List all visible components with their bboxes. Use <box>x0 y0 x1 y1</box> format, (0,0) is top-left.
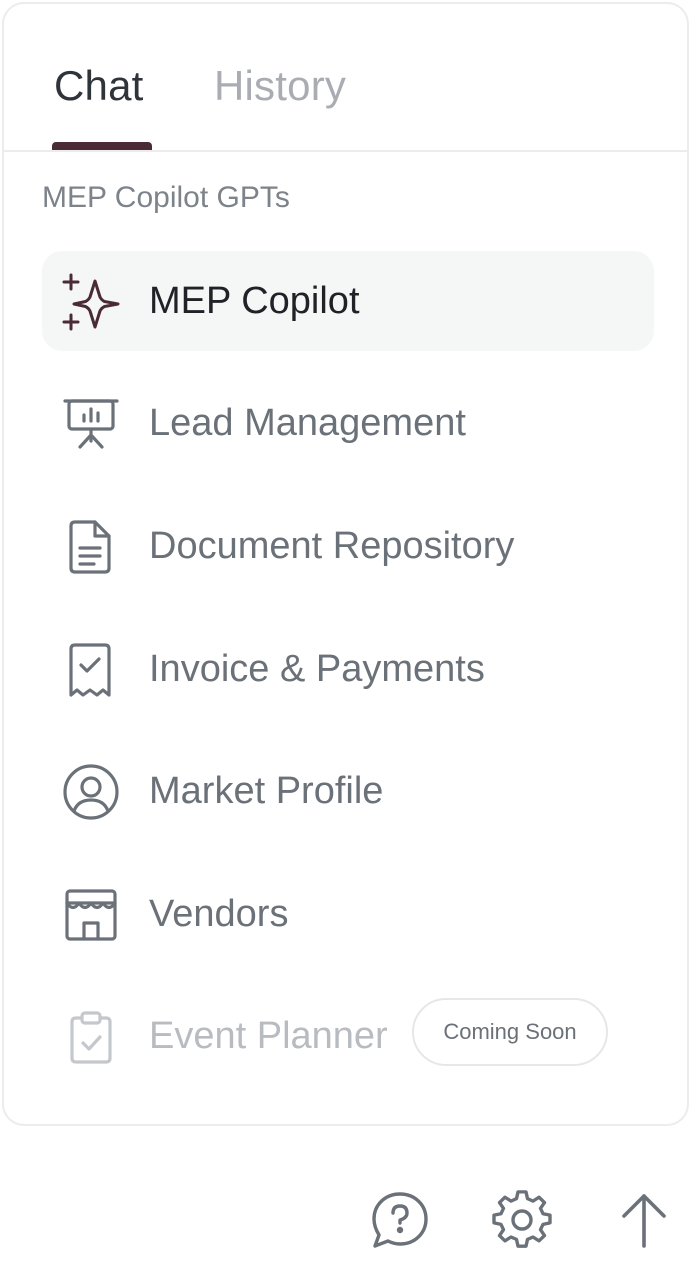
presentation-chart-icon <box>62 395 120 453</box>
gpt-menu-panel: Chat History MEP Copilot GPTs MEP Copilo… <box>2 2 689 1126</box>
help-chat-icon[interactable] <box>370 1190 430 1250</box>
arrow-up-icon[interactable] <box>614 1190 674 1250</box>
menu-item-document-repository[interactable]: Document Repository <box>42 496 654 596</box>
menu-item-label: MEP Copilot <box>149 280 360 322</box>
menu-item-label: Document Repository <box>149 525 515 567</box>
receipt-check-icon <box>62 641 120 699</box>
menu-item-label: Event Planner <box>149 1015 388 1057</box>
menu-item-market-profile[interactable]: Market Profile <box>42 741 654 841</box>
menu-item-lead-management[interactable]: Lead Management <box>42 373 654 473</box>
menu-item-label: Vendors <box>149 893 289 935</box>
menu-item-label: Market Profile <box>149 770 384 812</box>
user-circle-icon <box>62 763 120 821</box>
coming-soon-badge: Coming Soon <box>412 998 608 1066</box>
active-tab-indicator <box>52 142 152 150</box>
sparkles-icon <box>62 273 120 331</box>
tab-chat[interactable]: Chat <box>54 60 144 112</box>
section-title: MEP Copilot GPTs <box>42 181 290 214</box>
menu-item-event-planner: Event Planner Coming Soon <box>42 986 654 1086</box>
clipboard-check-icon <box>62 1008 120 1066</box>
menu-item-label: Lead Management <box>149 402 466 444</box>
menu-item-invoice-payments[interactable]: Invoice & Payments <box>42 619 654 719</box>
menu-item-label: Invoice & Payments <box>149 648 485 690</box>
menu-item-vendors[interactable]: Vendors <box>42 864 654 964</box>
storefront-icon <box>62 886 120 944</box>
menu-item-mep-copilot[interactable]: MEP Copilot <box>42 251 654 351</box>
tab-history[interactable]: History <box>214 60 346 112</box>
gear-icon[interactable] <box>492 1190 552 1250</box>
tab-bar: Chat History <box>4 4 687 152</box>
document-icon <box>62 518 120 576</box>
